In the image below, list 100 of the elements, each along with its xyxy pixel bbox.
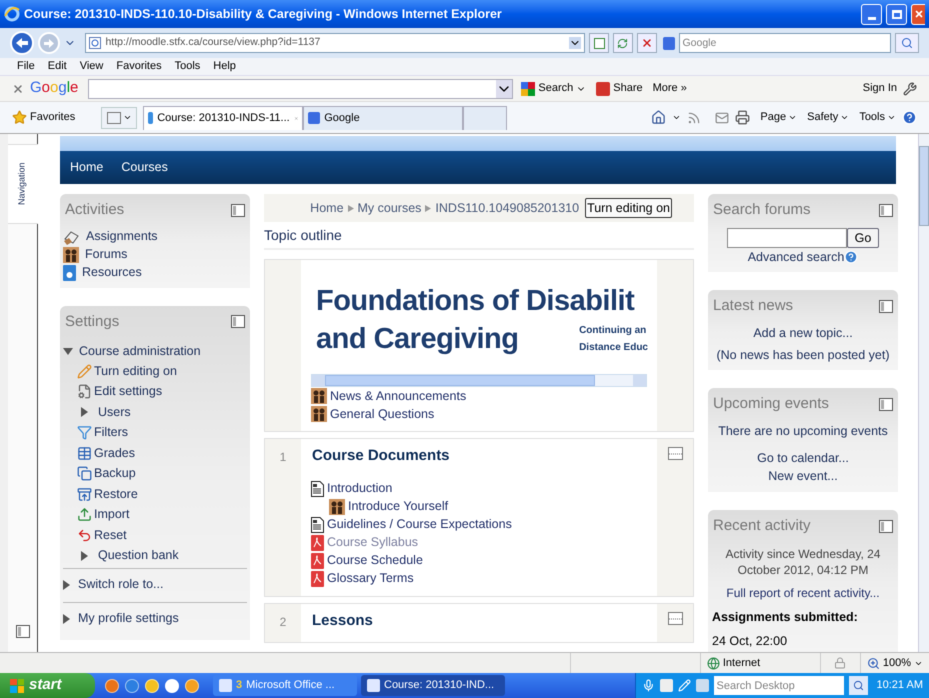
minimize-button[interactable] — [861, 4, 882, 24]
dock-icon[interactable] — [879, 300, 893, 313]
toolbar-search-field[interactable] — [88, 78, 514, 98]
dropdown-icon[interactable] — [569, 37, 582, 49]
breadcrumb-link[interactable]: My courses — [358, 198, 422, 218]
nav-link[interactable]: Courses — [121, 158, 168, 177]
home-icon[interactable] — [651, 110, 666, 125]
settings-link[interactable]: Turn editing on — [77, 361, 177, 382]
breadcrumb-link[interactable]: Home — [310, 198, 344, 218]
toolbar-button[interactable]: More » — [650, 80, 689, 97]
quick-launch-icon[interactable] — [125, 678, 139, 692]
help-icon[interactable] — [902, 110, 917, 125]
navigation-dock-tab[interactable]: Navigation — [8, 144, 38, 224]
toolbar-button[interactable]: Share — [594, 80, 645, 97]
back-button[interactable] — [10, 31, 34, 55]
close-icon[interactable] — [12, 82, 24, 94]
search-field[interactable]: Google — [679, 33, 892, 53]
taskbar-button[interactable]: Course: 201310-IND... — [361, 675, 505, 696]
settings-link[interactable]: Grades — [77, 443, 135, 464]
resource-link[interactable]: Introduce Yourself — [348, 497, 448, 516]
dock-icon[interactable] — [879, 520, 893, 533]
menu-item[interactable]: View — [80, 58, 104, 75]
favorites-button[interactable]: Favorites — [12, 109, 76, 126]
resource-link[interactable]: General Questions — [330, 404, 434, 424]
pen-icon[interactable] — [678, 679, 691, 692]
settings-link[interactable]: Question bank — [77, 546, 179, 566]
forum-search-field[interactable] — [726, 228, 847, 248]
tray-icon[interactable] — [696, 679, 709, 692]
go-button[interactable]: Go — [846, 228, 880, 248]
taskbar-button[interactable]: 3 Microsoft Office ... — [213, 675, 357, 696]
menu-item[interactable]: Favorites — [116, 58, 162, 75]
settings-link[interactable]: Users — [77, 402, 131, 422]
collapse-section-icon[interactable] — [668, 612, 682, 624]
settings-link[interactable]: Backup — [77, 464, 136, 484]
add-topic-link[interactable]: Add a new topic... — [708, 324, 898, 342]
activity-link[interactable]: Resources — [82, 263, 142, 282]
tree-node[interactable]: Course administration — [63, 341, 201, 361]
event-link[interactable]: Go to calendar... — [708, 448, 898, 468]
command-button[interactable]: Page — [760, 109, 798, 126]
resource-link[interactable]: News & Announcements — [330, 386, 466, 406]
dock-icon[interactable] — [879, 398, 893, 411]
settings-link[interactable]: Restore — [77, 484, 138, 504]
event-link[interactable]: New event... — [708, 467, 898, 486]
settings-link[interactable]: Reset — [77, 525, 127, 546]
activity-link[interactable]: Assignments — [86, 227, 158, 246]
dropdown-icon[interactable] — [496, 80, 512, 98]
tab-list-button[interactable] — [101, 106, 138, 128]
browser-tab[interactable]: Google — [303, 106, 464, 130]
microphone-icon[interactable] — [642, 679, 655, 692]
settings-link[interactable]: Import — [77, 504, 130, 525]
caret-icon[interactable] — [672, 113, 682, 122]
tree-node[interactable]: Switch role to... — [63, 568, 247, 600]
horizontal-scrollbar[interactable] — [311, 374, 647, 387]
collapse-section-icon[interactable] — [668, 447, 682, 460]
settings-link[interactable]: Edit settings — [77, 382, 162, 402]
turn-editing-on-button[interactable]: Turn editing on — [585, 198, 672, 218]
quick-launch-icon[interactable] — [185, 678, 199, 692]
wrench-icon[interactable] — [903, 82, 917, 96]
sign-in-link[interactable]: Sign In — [862, 80, 897, 97]
quick-launch-icon[interactable] — [105, 678, 119, 692]
command-button[interactable]: Safety — [807, 109, 850, 126]
menu-item[interactable]: Tools — [174, 58, 200, 75]
settings-link[interactable]: Filters — [77, 422, 128, 443]
quick-launch-icon[interactable] — [145, 678, 159, 692]
nav-link[interactable]: Home — [70, 158, 104, 177]
dock-icon[interactable] — [231, 204, 245, 217]
dock-icon[interactable] — [16, 625, 30, 638]
full-report-link[interactable]: Full report of recent activity... — [712, 584, 894, 602]
compatibility-button[interactable] — [589, 33, 609, 53]
search-button[interactable] — [895, 33, 920, 53]
resource-link[interactable]: Glossary Terms — [327, 569, 414, 588]
advanced-search-link[interactable]: Advanced search — [748, 248, 844, 266]
feed-icon[interactable] — [687, 110, 702, 124]
printer-icon[interactable] — [735, 110, 750, 125]
browser-tab[interactable]: Course: 201310-INDS-11... — [143, 106, 304, 130]
tray-icon[interactable] — [660, 679, 673, 692]
command-button[interactable]: Tools — [859, 109, 896, 126]
quick-launch-icon[interactable] — [165, 678, 179, 692]
tree-node[interactable]: My profile settings — [63, 602, 247, 634]
mail-icon[interactable] — [715, 110, 730, 124]
menu-item[interactable]: Help — [213, 58, 236, 75]
resource-link[interactable]: Introduction — [327, 479, 392, 498]
menu-item[interactable]: File — [17, 58, 35, 75]
menu-item[interactable]: Edit — [48, 58, 67, 75]
toolbar-button[interactable]: Search — [519, 80, 588, 97]
activity-link[interactable]: Forums — [85, 245, 128, 264]
help-icon[interactable] — [844, 250, 858, 264]
dock-icon[interactable] — [231, 315, 245, 328]
breadcrumb-link[interactable]: INDS110.1049085201310 — [435, 198, 580, 218]
stop-button[interactable] — [636, 33, 657, 53]
address-field[interactable]: http://moodle.stfx.ca/course/view.php?id=1137 — [85, 33, 586, 53]
desktop-search-field[interactable]: Search Desktop — [714, 676, 844, 695]
dock-icon[interactable] — [879, 204, 893, 217]
search-button[interactable] — [848, 676, 868, 695]
close-button[interactable] — [911, 4, 925, 24]
refresh-button[interactable] — [612, 33, 633, 53]
maximize-button[interactable] — [886, 4, 907, 24]
lock-icon[interactable] — [834, 657, 846, 669]
vertical-scrollbar[interactable] — [918, 134, 929, 652]
resource-link[interactable]: Guidelines / Course Expectations — [327, 515, 512, 534]
